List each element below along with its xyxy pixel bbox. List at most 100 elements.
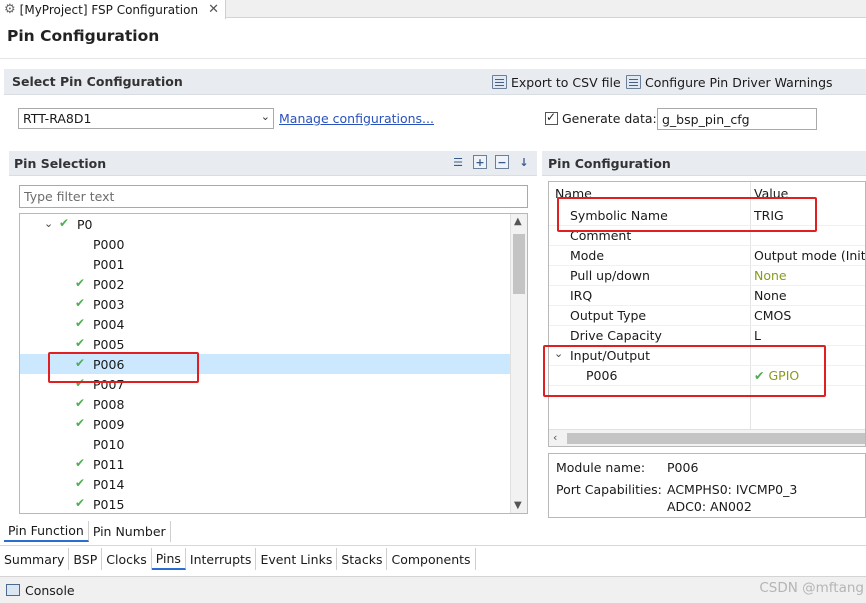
tree-pin-row[interactable]: ✔ P014 bbox=[20, 474, 511, 494]
tree-pin-row[interactable]: ✔ P005 bbox=[20, 334, 511, 354]
property-value[interactable]: L bbox=[754, 328, 761, 343]
check-icon: ✔ bbox=[75, 296, 86, 310]
scroll-down-icon[interactable]: ▼ bbox=[514, 500, 522, 511]
pin-selection-toolbar: ☰ + − ↓ bbox=[451, 155, 531, 169]
chevron-down-icon[interactable]: ⌄ bbox=[44, 217, 53, 230]
editor-tab-fsp-configuration[interactable]: ⚙ [MyProject] FSP Configuration ✕ bbox=[0, 0, 226, 19]
property-row[interactable]: Mode Output mode (Initial Low) bbox=[549, 246, 865, 266]
tab-pin-function[interactable]: Pin Function bbox=[4, 521, 89, 542]
tab-bsp[interactable]: BSP bbox=[69, 548, 103, 570]
tree-pin-row[interactable]: ✔ P009 bbox=[20, 414, 511, 434]
warnings-config-icon bbox=[626, 75, 641, 89]
property-row[interactable]: Pull up/down None bbox=[549, 266, 865, 286]
configure-warnings-label: Configure Pin Driver Warnings bbox=[645, 74, 833, 90]
table-export-icon bbox=[492, 75, 507, 89]
pin-label: P011 bbox=[93, 457, 125, 472]
pin-configuration-select[interactable]: RTT-RA8D1 ⌄ bbox=[18, 108, 274, 129]
tree-pin-row[interactable]: ✔ P015 bbox=[20, 494, 511, 513]
property-row[interactable]: Output Type CMOS bbox=[549, 306, 865, 326]
check-icon: ✔ bbox=[75, 416, 86, 430]
watermark: CSDN @mftang bbox=[759, 580, 864, 596]
pin-label: P008 bbox=[93, 397, 125, 412]
property-value[interactable]: None bbox=[754, 288, 787, 303]
scroll-up-icon[interactable]: ▲ bbox=[514, 216, 522, 227]
configure-warnings-button[interactable]: Configure Pin Driver Warnings bbox=[626, 69, 833, 95]
check-icon: ✔ bbox=[75, 396, 86, 410]
check-icon: ✔ bbox=[75, 476, 86, 490]
sort-az-icon[interactable]: ↓ bbox=[517, 155, 531, 169]
property-name: Drive Capacity bbox=[570, 328, 662, 343]
tree-pin-row[interactable]: P000 bbox=[20, 234, 511, 254]
pin-info-box: Module name: P006 Port Capabilities: ACM… bbox=[548, 453, 866, 518]
scrollbar-thumb[interactable] bbox=[513, 234, 525, 294]
console-label: Console bbox=[25, 582, 75, 598]
title-divider bbox=[0, 58, 866, 59]
page-title: Pin Configuration bbox=[7, 27, 160, 45]
pin-selection-header: Pin Selection ☰ + − ↓ bbox=[9, 151, 537, 176]
annotation-highlight-p006 bbox=[48, 352, 199, 383]
generate-data-input[interactable]: g_bsp_pin_cfg bbox=[657, 108, 817, 130]
property-value[interactable]: None bbox=[754, 268, 787, 283]
pin-label: P002 bbox=[93, 277, 125, 292]
pin-filter-input[interactable]: Type filter text bbox=[19, 185, 528, 208]
horizontal-scrollbar[interactable]: ‹ bbox=[549, 429, 865, 446]
annotation-highlight-symbolic-name bbox=[557, 197, 817, 232]
tab-pin-number[interactable]: Pin Number bbox=[89, 521, 171, 542]
generate-data-checkbox[interactable] bbox=[545, 110, 558, 125]
generate-data-label: Generate data: bbox=[562, 111, 657, 126]
vertical-scrollbar[interactable]: ▲ ▼ bbox=[510, 214, 527, 513]
expand-all-icon[interactable]: + bbox=[473, 155, 487, 169]
selected-configuration: RTT-RA8D1 bbox=[23, 111, 92, 126]
property-row[interactable]: IRQ None bbox=[549, 286, 865, 306]
scroll-left-icon[interactable]: ‹ bbox=[553, 431, 557, 444]
tab-event-links[interactable]: Event Links bbox=[256, 548, 338, 570]
close-icon[interactable]: ✕ bbox=[208, 2, 219, 17]
select-pin-configuration-header: Select Pin Configuration Export to CSV f… bbox=[4, 69, 866, 95]
tab-clocks[interactable]: Clocks bbox=[102, 548, 152, 570]
divider bbox=[0, 545, 866, 546]
tab-stacks[interactable]: Stacks bbox=[337, 548, 388, 570]
tree-group-p0[interactable]: ⌄ ✔ P0 bbox=[20, 214, 511, 234]
pin-label: P009 bbox=[93, 417, 125, 432]
editor-tab-title: [MyProject] FSP Configuration bbox=[19, 2, 199, 17]
tree-pin-row[interactable]: P001 bbox=[20, 254, 511, 274]
function-tabs: Pin Function Pin Number bbox=[4, 521, 171, 542]
tree-pin-row[interactable]: ✔ P003 bbox=[20, 294, 511, 314]
property-value[interactable]: CMOS bbox=[754, 308, 791, 323]
tab-summary[interactable]: Summary bbox=[0, 548, 70, 570]
pin-selection-title: Pin Selection bbox=[14, 155, 107, 171]
tree-group-label: P0 bbox=[77, 217, 93, 232]
console-icon bbox=[6, 584, 20, 596]
check-icon: ✔ bbox=[59, 216, 70, 230]
check-icon: ✔ bbox=[75, 336, 86, 350]
generate-data-option: Generate data: bbox=[545, 110, 657, 126]
tree-pin-row[interactable]: P010 bbox=[20, 434, 511, 454]
gear-icon: ⚙ bbox=[4, 2, 16, 17]
module-name-label: Module name: bbox=[556, 460, 646, 475]
collapse-all-icon[interactable]: − bbox=[495, 155, 509, 169]
chevron-down-icon: ⌄ bbox=[260, 110, 270, 123]
list-view-icon[interactable]: ☰ bbox=[451, 155, 465, 169]
tree-pin-row[interactable]: ✔ P011 bbox=[20, 454, 511, 474]
property-name: Pull up/down bbox=[570, 268, 650, 283]
pin-label: P000 bbox=[93, 237, 125, 252]
pin-configuration-header: Pin Configuration bbox=[542, 151, 866, 176]
section-title: Select Pin Configuration bbox=[12, 74, 183, 89]
port-capabilities-label: Port Capabilities: bbox=[556, 482, 662, 497]
tree-pin-row[interactable]: ✔ P004 bbox=[20, 314, 511, 334]
tab-pins[interactable]: Pins bbox=[151, 548, 186, 570]
property-row[interactable]: Drive Capacity L bbox=[549, 326, 865, 346]
console-tab[interactable]: Console bbox=[0, 576, 866, 603]
tree-pin-row[interactable]: ✔ P002 bbox=[20, 274, 511, 294]
manage-configurations-link[interactable]: Manage configurations... bbox=[279, 111, 434, 126]
export-csv-button[interactable]: Export to CSV file bbox=[492, 69, 621, 95]
pin-configuration-title: Pin Configuration bbox=[548, 155, 671, 171]
tab-interrupts[interactable]: Interrupts bbox=[186, 548, 257, 570]
property-value[interactable]: Output mode (Initial Low) bbox=[754, 248, 865, 263]
editor-page-tabs: Summary BSP Clocks Pins Interrupts Event… bbox=[0, 548, 476, 570]
tab-components[interactable]: Components bbox=[387, 548, 476, 570]
check-icon: ✔ bbox=[75, 496, 86, 510]
scrollbar-thumb[interactable] bbox=[567, 433, 865, 444]
tree-pin-row[interactable]: ✔ P008 bbox=[20, 394, 511, 414]
port-capability-2: ADC0: AN002 bbox=[667, 499, 752, 514]
